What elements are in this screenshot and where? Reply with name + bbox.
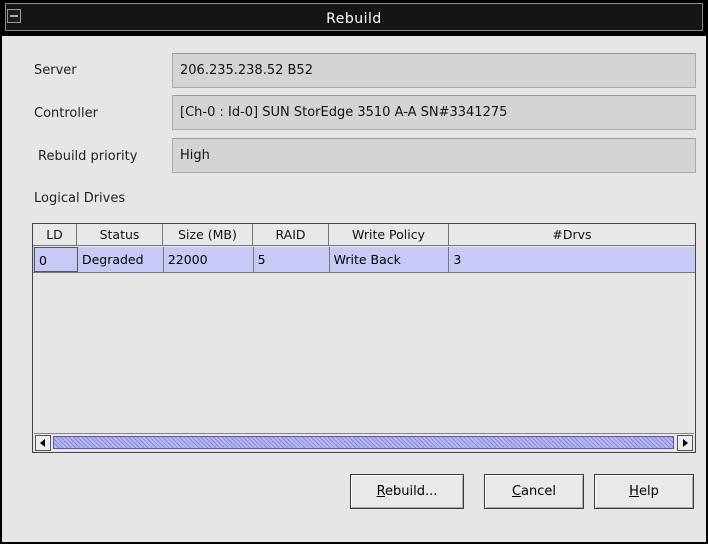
- cancel-button-label: ancel: [521, 484, 557, 499]
- scroll-left-button[interactable]: [35, 435, 51, 451]
- server-field: 206.235.238.52 B52: [172, 53, 696, 88]
- rebuild-mnemonic: R: [376, 484, 386, 499]
- cell-raid[interactable]: 5: [254, 247, 330, 272]
- logical-drives-label: Logical Drives: [34, 191, 126, 206]
- rebuild-priority-field[interactable]: High: [172, 138, 696, 173]
- scroll-right-button[interactable]: [677, 435, 693, 451]
- rebuild-button-label: ebuild...: [385, 484, 438, 499]
- table-row[interactable]: 0 Degraded 22000 5 Write Back 3: [33, 247, 695, 273]
- column-header-raid[interactable]: RAID: [253, 224, 329, 245]
- help-button-label: elp: [638, 484, 659, 499]
- cell-drives[interactable]: 3: [449, 247, 695, 272]
- table-header: LD Status Size (MB) RAID Write Policy #D…: [33, 224, 695, 246]
- help-mnemonic: H: [629, 484, 639, 499]
- cell-status[interactable]: Degraded: [78, 247, 164, 272]
- window-title: Rebuild: [326, 11, 382, 27]
- server-label: Server: [34, 63, 77, 78]
- controller-field: [Ch-0 : Id-0] SUN StorEdge 3510 A-A SN#3…: [172, 95, 696, 130]
- arrow-left-icon: [40, 439, 45, 447]
- column-header-size[interactable]: Size (MB): [163, 224, 253, 245]
- column-header-write-policy[interactable]: Write Policy: [329, 224, 449, 245]
- cell-write-policy[interactable]: Write Back: [330, 247, 450, 272]
- logical-drives-table: LD Status Size (MB) RAID Write Policy #D…: [32, 223, 696, 453]
- scrollbar-thumb[interactable]: [53, 436, 674, 449]
- help-button[interactable]: Help: [594, 474, 694, 509]
- title-bar-inner: Rebuild: [5, 3, 703, 31]
- column-header-ld[interactable]: LD: [33, 224, 77, 245]
- cell-ld[interactable]: 0: [34, 247, 78, 272]
- column-header-status[interactable]: Status: [77, 224, 163, 245]
- cancel-mnemonic: C: [511, 484, 522, 499]
- cancel-button[interactable]: Cancel: [484, 474, 584, 509]
- cell-size[interactable]: 22000: [164, 247, 254, 272]
- rebuild-dialog: Rebuild Server 206.235.238.52 B52 Contro…: [0, 0, 708, 544]
- rebuild-button[interactable]: Rebuild...: [350, 474, 464, 509]
- controller-label: Controller: [34, 106, 98, 121]
- title-bar: Rebuild: [2, 0, 706, 36]
- horizontal-scrollbar[interactable]: [34, 433, 694, 451]
- rebuild-priority-label: Rebuild priority: [38, 149, 138, 164]
- column-header-drives[interactable]: #Drvs: [449, 224, 695, 245]
- arrow-right-icon: [683, 439, 688, 447]
